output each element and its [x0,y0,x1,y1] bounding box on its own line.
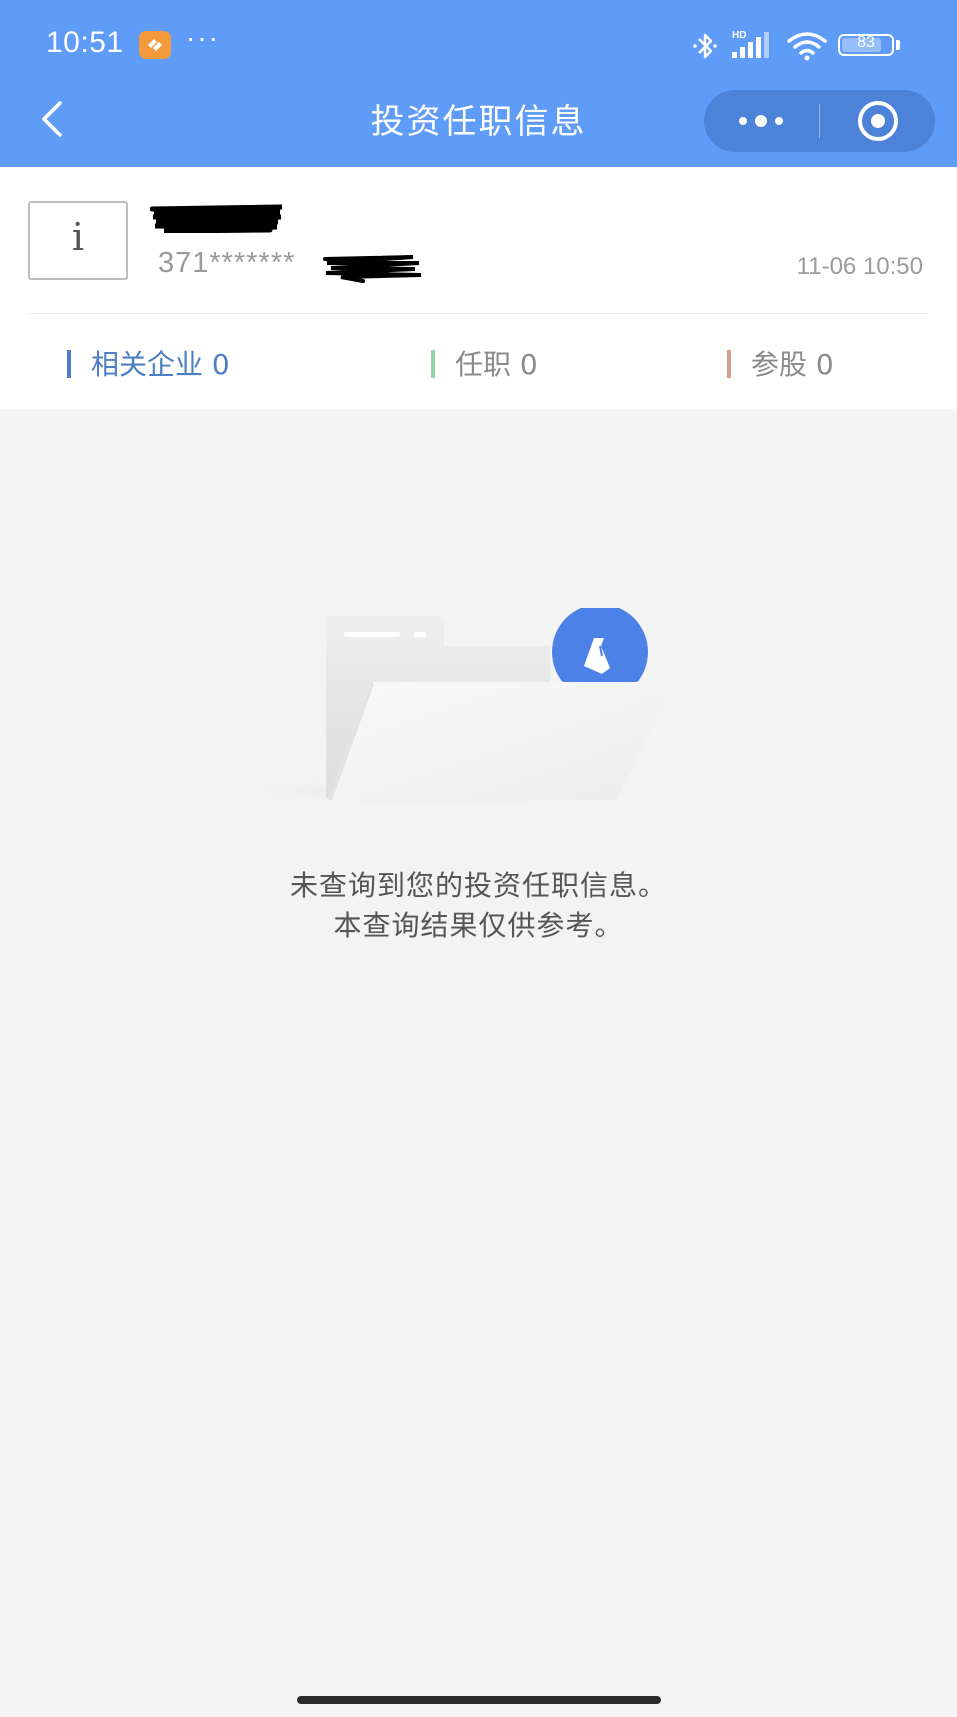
target-close-icon [858,101,898,141]
id-number: 371******* [158,247,296,279]
info-icon: i [28,201,128,280]
wifi-icon [787,32,827,61]
app-badge-icon [139,31,171,59]
bluetooth-icon [693,33,717,59]
svg-text:HD: HD [732,30,746,41]
empty-folder-icon [235,608,675,807]
profile-card: i 371******* 11-06 10:50 相关企业 0 任职 0 参股 … [0,167,957,409]
top-bar: 10:51 ··· HD 83 投资任职信息 [0,0,957,167]
battery-icon: 83 [838,34,894,56]
hd-signal-icon: HD [732,30,769,58]
status-more-dots: ··· [186,22,220,53]
tab-shareholdings[interactable]: 参股 0 [727,347,834,383]
card-divider [28,313,929,314]
mini-program-capsule [704,90,935,152]
empty-message-line1: 未查询到您的投资任职信息。 [289,869,667,902]
query-timestamp: 11-06 10:50 [796,253,923,280]
close-button[interactable] [820,90,935,152]
status-time: 10:51 [46,26,124,59]
battery-level: 83 [857,34,875,51]
redacted-name [150,204,283,233]
tab-positions[interactable]: 任职 0 [431,347,538,383]
redacted-id [323,255,422,283]
more-button[interactable] [704,90,819,152]
home-indicator[interactable] [297,1696,661,1704]
empty-message: 未查询到您的投资任职信息。 本查询结果仅供参考。 [0,866,957,946]
empty-message-line2: 本查询结果仅供参考。 [333,909,624,942]
battery-tip [896,40,900,50]
more-dots-icon [739,115,783,127]
info-icon-label: i [71,215,85,259]
tab-related-companies[interactable]: 相关企业 0 [67,347,230,383]
